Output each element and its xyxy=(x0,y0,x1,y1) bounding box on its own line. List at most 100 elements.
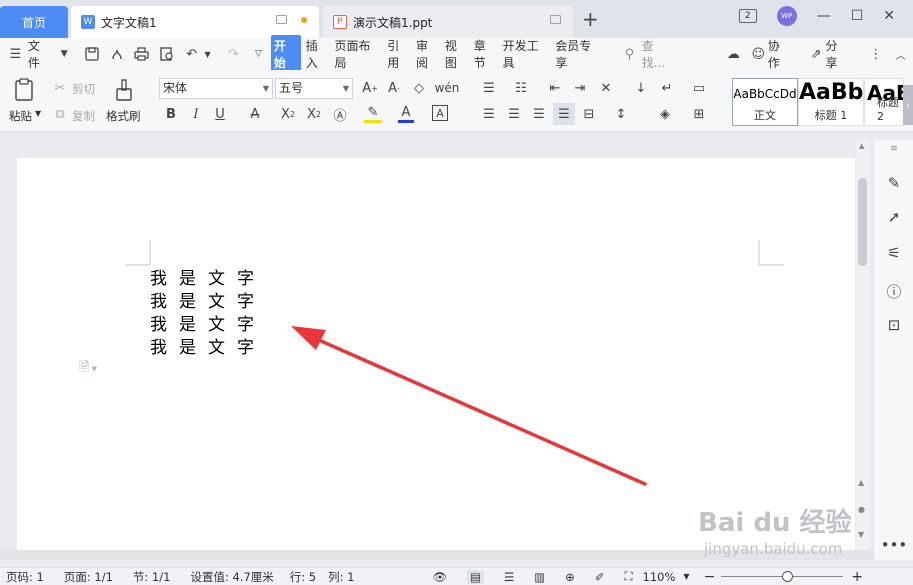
status-pages[interactable]: 页面: 1/1 xyxy=(64,569,113,585)
tab-presentation[interactable]: P 演示文稿1.ppt xyxy=(323,6,573,38)
status-section[interactable]: 节: 1/1 xyxy=(133,569,171,585)
chinese-layout-icon[interactable]: ✕ xyxy=(597,79,615,97)
monitor-icon[interactable] xyxy=(550,15,561,24)
help-icon[interactable]: ⓘ xyxy=(885,282,903,301)
bold-icon[interactable]: B xyxy=(162,105,180,123)
collapse-ribbon-icon[interactable]: ︿ xyxy=(893,47,908,62)
menu-item-home[interactable]: 开始 xyxy=(270,35,301,73)
tools-box-icon[interactable]: ⊡ xyxy=(885,316,903,334)
border-icon[interactable]: ⊞ xyxy=(690,105,708,123)
menu-item-layout[interactable]: 页面布局 xyxy=(335,37,383,71)
document-text-line[interactable]: 我是文字 xyxy=(150,310,266,335)
window-count-icon[interactable]: 2 xyxy=(738,9,757,23)
menu-item-member[interactable]: 会员专享 xyxy=(555,37,603,71)
document-text-line[interactable]: 我是文字 xyxy=(150,264,266,289)
export-pdf-icon[interactable] xyxy=(110,47,125,62)
align-center-icon[interactable]: ☰ xyxy=(505,105,523,123)
document-page[interactable]: 我是文字 我是文字 我是文字 我是文字 🗎 ▼ xyxy=(17,158,855,550)
close-icon[interactable]: ✕ xyxy=(883,8,895,24)
status-row[interactable]: 行: 5 xyxy=(290,569,316,585)
status-col[interactable]: 列: 1 xyxy=(328,569,354,585)
justify-icon[interactable]: ☰ xyxy=(553,103,575,125)
settings-sliders-icon[interactable]: ⚟ xyxy=(885,244,903,262)
bullet-list-icon[interactable]: ☰ xyxy=(480,79,498,97)
subscript-icon[interactable]: X2 xyxy=(304,105,324,123)
quick-access-more-icon[interactable]: ▽ xyxy=(251,47,266,62)
vertical-scroll-thumb[interactable] xyxy=(858,178,867,266)
print-preview-icon[interactable] xyxy=(159,47,174,62)
menu-item-insert[interactable]: 插入 xyxy=(306,37,330,71)
undo-icon[interactable]: ↶ xyxy=(184,47,199,62)
highlight-icon[interactable]: ✎ xyxy=(364,105,382,123)
pen-icon[interactable]: ✎ xyxy=(885,174,903,192)
decrease-indent-icon[interactable]: ⇤ xyxy=(546,79,564,97)
strikethrough-icon[interactable]: A xyxy=(246,105,264,123)
chevron-down-icon[interactable]: ▼ xyxy=(35,109,41,118)
clear-format-icon[interactable]: ◇ xyxy=(410,79,428,97)
style-heading-2[interactable]: AaBb 标题 2 xyxy=(864,78,904,126)
save-icon[interactable] xyxy=(85,47,100,62)
search-icon[interactable]: ⚲ xyxy=(622,47,637,62)
style-normal[interactable]: AaBbCcDd 正文 xyxy=(732,78,798,126)
phonetic-icon[interactable]: wén xyxy=(435,79,460,97)
new-tab-button[interactable]: + xyxy=(582,9,599,29)
status-setting[interactable]: 设置值: 4.7厘米 xyxy=(190,569,273,585)
more-dots-icon[interactable]: ••• xyxy=(881,536,908,554)
cut-icon[interactable]: ✂ xyxy=(52,80,68,96)
format-painter-icon[interactable] xyxy=(112,78,136,102)
zoom-knob[interactable] xyxy=(782,570,794,582)
font-size-select[interactable]: 五号 ▼ xyxy=(275,78,353,99)
font-family-select[interactable]: 宋体 ▼ xyxy=(159,78,273,99)
cut-button[interactable]: 剪切 xyxy=(72,81,95,97)
copy-icon[interactable]: ⧉ xyxy=(52,106,68,122)
reading-view-icon[interactable]: ▥ xyxy=(534,570,545,584)
italic-icon[interactable]: I xyxy=(187,105,205,123)
menu-item-view[interactable]: 视图 xyxy=(445,37,469,71)
paste-button[interactable]: 粘贴 xyxy=(9,108,32,124)
style-heading-1[interactable]: AaBb 标题 1 xyxy=(798,78,864,126)
align-left-icon[interactable]: ☰ xyxy=(480,105,498,123)
zoom-slider[interactable] xyxy=(721,570,844,583)
line-spacing-icon[interactable]: ↕ xyxy=(612,105,630,123)
minimize-icon[interactable]: — xyxy=(817,8,831,24)
menu-item-references[interactable]: 引用 xyxy=(387,37,411,71)
page-view-icon[interactable]: ▤ xyxy=(467,569,484,584)
increase-indent-icon[interactable]: ⇥ xyxy=(571,79,589,97)
underline-icon[interactable]: U xyxy=(211,105,229,123)
more-options-icon[interactable]: ⋮ xyxy=(868,47,883,62)
cloud-sync-icon[interactable]: ☁ xyxy=(726,47,741,62)
document-text-line[interactable]: 我是文字 xyxy=(150,287,266,312)
scroll-up-icon[interactable]: ▲ xyxy=(859,142,864,150)
page-up-icon[interactable]: ▲ xyxy=(858,478,864,487)
share-icon[interactable]: ⇗ xyxy=(809,47,824,62)
numbered-list-icon[interactable]: ☷ xyxy=(512,79,530,97)
menu-item-chapter[interactable]: 章节 xyxy=(474,37,498,71)
copy-button[interactable]: 复制 xyxy=(72,108,95,124)
chevron-right-icon[interactable]: › xyxy=(903,85,913,125)
eye-protect-icon[interactable]: 👁 xyxy=(433,570,448,584)
show-marks-icon[interactable]: ↵ xyxy=(658,79,676,97)
print-icon[interactable] xyxy=(134,47,150,62)
tab-document[interactable]: W 文字文稿1 xyxy=(71,6,319,38)
paste-icon[interactable] xyxy=(13,78,37,102)
maximize-icon[interactable]: ☐ xyxy=(851,8,864,24)
document-text-line[interactable]: 我是文字 xyxy=(150,333,266,358)
hamburger-icon[interactable]: ☰ xyxy=(8,47,23,62)
chevron-down-icon[interactable]: ▼ xyxy=(57,47,72,62)
decrease-font-icon[interactable]: A- xyxy=(385,79,403,97)
search-input[interactable]: 查找... xyxy=(642,37,677,71)
monitor-icon[interactable] xyxy=(276,15,287,24)
font-color-icon[interactable]: A xyxy=(398,105,414,123)
char-border-icon[interactable]: A xyxy=(432,105,448,121)
increase-font-icon[interactable]: A + xyxy=(361,79,379,97)
chevron-down-icon[interactable]: ▼ xyxy=(683,572,689,581)
chevron-down-icon[interactable]: ▼ xyxy=(200,47,215,62)
select-cursor-icon[interactable]: ➚ xyxy=(885,208,903,226)
grid-icon[interactable]: ▭ xyxy=(690,79,708,97)
collaborate-icon[interactable]: ☺ xyxy=(751,47,766,62)
sidebar-collapse-icon[interactable]: ≡ xyxy=(885,140,903,158)
shading-icon[interactable]: ◈ xyxy=(656,105,674,123)
fit-page-icon[interactable]: ⛶ xyxy=(624,569,632,584)
sort-icon[interactable]: ↓ xyxy=(632,79,650,97)
tab-home[interactable]: 首页 xyxy=(0,6,68,38)
